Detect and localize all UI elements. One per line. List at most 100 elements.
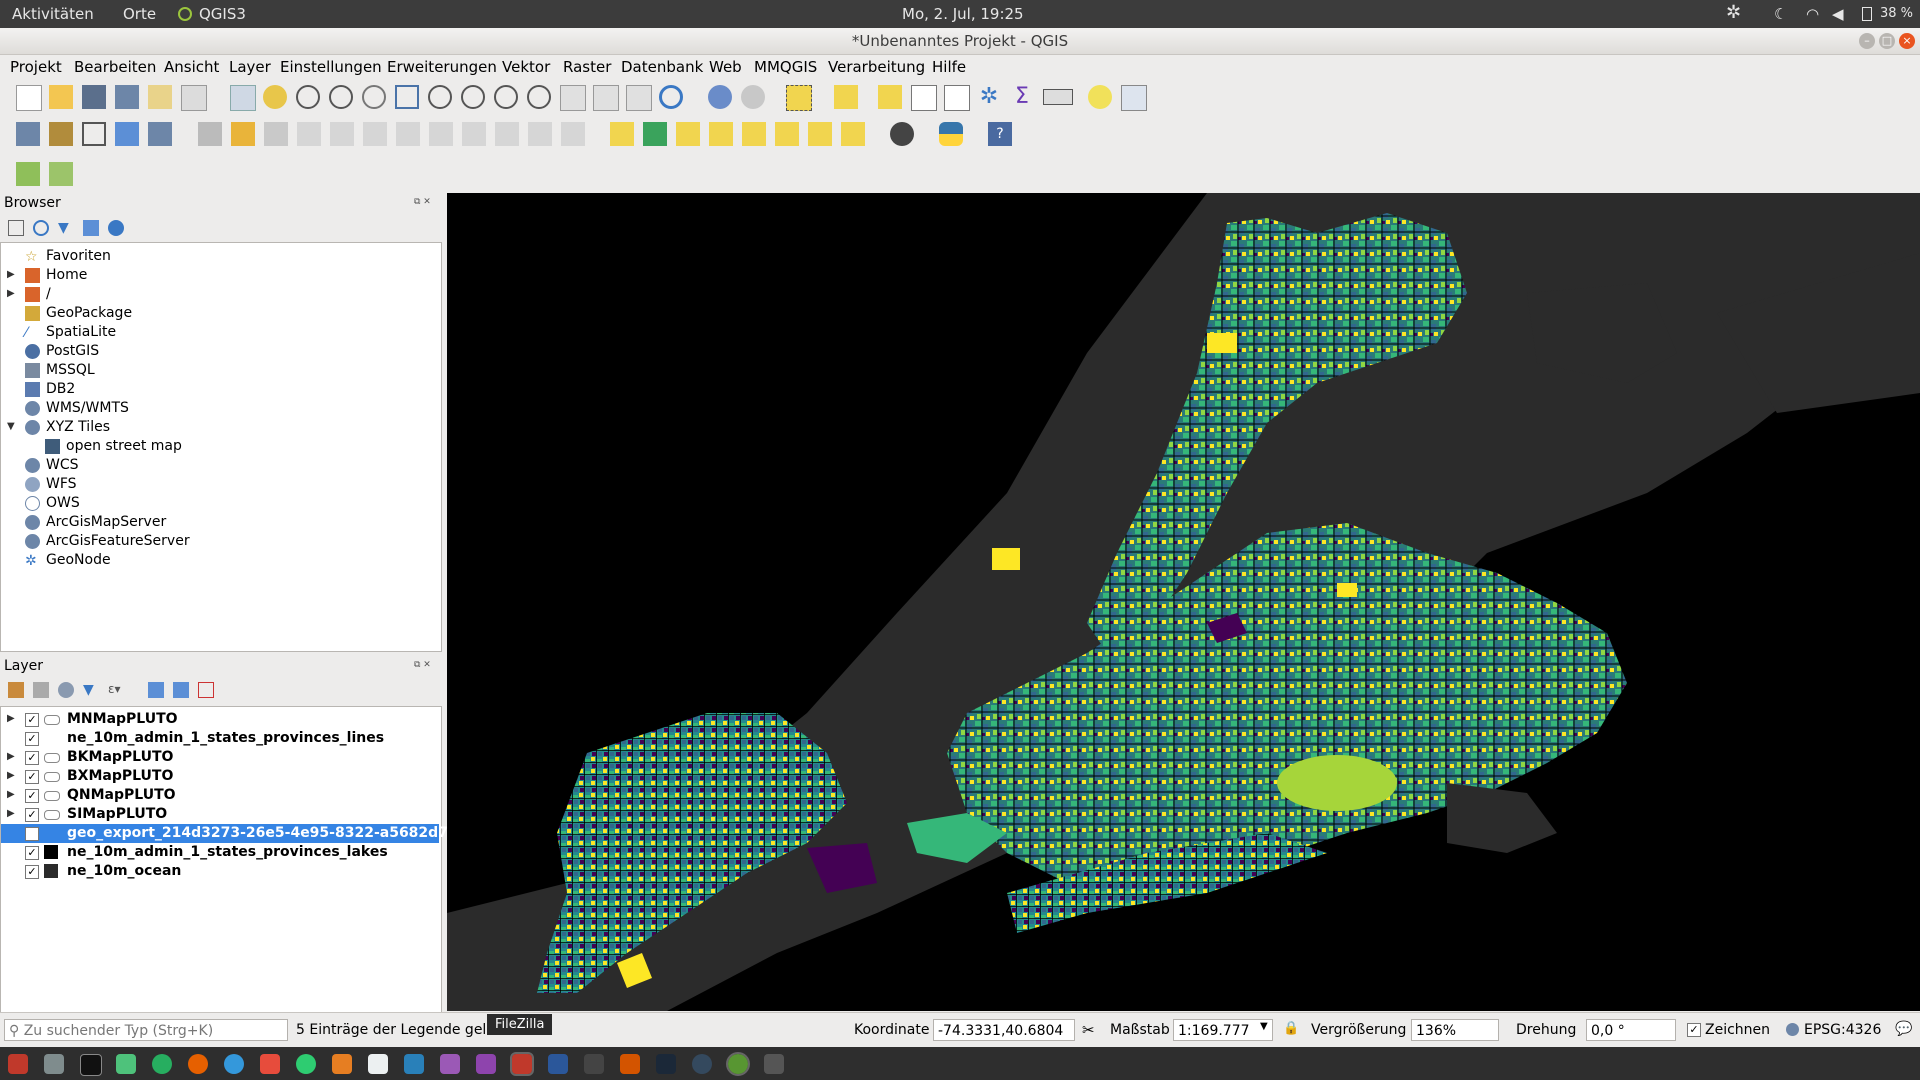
battery-icon[interactable]	[1862, 7, 1872, 21]
help-icon[interactable]: ?	[988, 122, 1012, 146]
rotation-spinbox[interactable]: 0,0 °	[1586, 1019, 1676, 1041]
filter-expression-icon[interactable]: ε▾	[108, 682, 134, 698]
pan-to-selection-icon[interactable]	[263, 85, 287, 109]
taskbar-app-icon-8[interactable]	[584, 1054, 604, 1074]
add-selected-layers-icon[interactable]	[8, 220, 24, 236]
edit-pencil-icon[interactable]	[231, 122, 255, 146]
menu-raster[interactable]: Raster	[563, 58, 611, 76]
layer-visibility-checkbox[interactable]: ✓	[25, 713, 39, 727]
taskbar-qgis-icon[interactable]	[726, 1052, 750, 1076]
magnifier-spinbox[interactable]: 136%	[1411, 1019, 1499, 1041]
close-button[interactable]: ×	[1899, 33, 1915, 49]
locator-search-input[interactable]: ⚲ Zu suchender Typ (Strg+K)	[4, 1019, 288, 1041]
select-features-icon[interactable]	[786, 85, 812, 111]
taskbar-app-icon-11[interactable]	[764, 1054, 784, 1074]
menu-datenbank[interactable]: Datenbank	[621, 58, 703, 76]
taskbar-app-icon-5[interactable]	[404, 1054, 424, 1074]
add-feature-icon[interactable]	[297, 122, 321, 146]
layer-item-bkmappluto[interactable]: ▶ ✓ BKMapPLUTO	[1, 748, 441, 767]
new-project-icon[interactable]	[16, 85, 42, 111]
copy-icon[interactable]	[462, 122, 486, 146]
taskbar-app-icon-4[interactable]	[368, 1054, 388, 1074]
layer-dock-buttons[interactable]: ⧉ ✕	[414, 660, 438, 672]
map-tips-icon[interactable]	[1088, 85, 1112, 109]
attribute-table-icon[interactable]	[911, 85, 937, 111]
modify-attributes-icon[interactable]	[363, 122, 387, 146]
menu-web[interactable]: Web	[709, 58, 742, 76]
coordinate-field[interactable]: -74.3331,40.6804	[933, 1019, 1075, 1041]
places-menu[interactable]: Orte	[123, 5, 156, 23]
messages-icon[interactable]: 💬	[1895, 1021, 1912, 1037]
expand-arrow-icon[interactable]: ▶	[7, 770, 15, 781]
crs-label[interactable]: EPSG:4326	[1804, 1022, 1881, 1038]
taskbar-word-icon[interactable]	[548, 1054, 568, 1074]
diagram-icon[interactable]	[643, 122, 667, 146]
paste-icon[interactable]	[495, 122, 519, 146]
taskbar-app-icon-6[interactable]	[440, 1054, 460, 1074]
undo-icon[interactable]	[528, 122, 552, 146]
render-checkbox[interactable]: ✓	[1687, 1023, 1701, 1037]
add-group-icon[interactable]	[33, 682, 49, 698]
processing-toolbox-icon[interactable]: ✲	[977, 85, 1001, 109]
taskbar-files-icon[interactable]	[44, 1054, 64, 1074]
new-map-view-icon[interactable]	[560, 85, 586, 111]
taskbar-app-icon-10[interactable]	[692, 1054, 712, 1074]
taskbar-app-icon-2[interactable]	[296, 1054, 316, 1074]
menu-ansicht[interactable]: Ansicht	[164, 58, 219, 76]
menu-mmqgis[interactable]: MMQGIS	[754, 58, 817, 76]
pan-hand-icon[interactable]	[230, 85, 256, 111]
toggle-editing-icon[interactable]	[198, 122, 222, 146]
gear-icon[interactable]: ✲	[1726, 2, 1741, 23]
new-shapefile-icon[interactable]	[82, 122, 106, 146]
taskbar-editor-icon[interactable]	[116, 1054, 136, 1074]
expand-arrow-icon[interactable]: ▶	[7, 713, 15, 724]
taskbar-chrome-icon[interactable]	[152, 1054, 172, 1074]
taskbar-firefox-icon[interactable]	[188, 1054, 208, 1074]
new-virtual-layer-icon[interactable]	[148, 122, 172, 146]
zoom-native-icon[interactable]	[362, 85, 386, 109]
layer-visibility-checkbox[interactable]: ✓	[25, 770, 39, 784]
maximize-button[interactable]: □	[1879, 33, 1895, 49]
move-label-icon[interactable]	[775, 122, 799, 146]
save-edits-icon[interactable]	[264, 122, 288, 146]
georeferencer-icon[interactable]	[16, 162, 40, 186]
taskbar-brave-icon[interactable]	[260, 1054, 280, 1074]
layer-item-states-lines[interactable]: ✓ ne_10m_admin_1_states_provinces_lines	[1, 729, 441, 748]
layer-visibility-checkbox[interactable]: ✓	[25, 846, 39, 860]
zoom-layer-icon[interactable]	[461, 85, 485, 109]
collapse-arrow-icon[interactable]: ▼	[7, 421, 15, 432]
remove-layer-icon[interactable]	[198, 682, 214, 698]
delete-selected-icon[interactable]	[396, 122, 420, 146]
expand-all-icon[interactable]	[148, 682, 164, 698]
new-3d-view-icon[interactable]	[593, 85, 619, 111]
show-hide-labels-icon[interactable]	[742, 122, 766, 146]
taskbar-app-icon-7[interactable]	[476, 1054, 496, 1074]
expand-arrow-icon[interactable]: ▶	[7, 269, 15, 280]
action-icon[interactable]	[741, 85, 765, 109]
taskbar-app-icon[interactable]	[8, 1054, 28, 1074]
globe-plugin-icon[interactable]	[890, 122, 914, 146]
volume-icon[interactable]: ◀	[1832, 5, 1844, 23]
menu-hilfe[interactable]: Hilfe	[932, 58, 966, 76]
expand-arrow-icon[interactable]: ▶	[7, 808, 15, 819]
lock-icon[interactable]: 🔒	[1283, 1021, 1299, 1036]
cut-icon[interactable]	[429, 122, 453, 146]
filter-icon[interactable]: ▼	[58, 220, 74, 236]
crs-globe-icon[interactable]	[1786, 1023, 1799, 1036]
expand-arrow-icon[interactable]: ▶	[7, 288, 15, 299]
refresh-icon[interactable]	[659, 85, 683, 109]
style-panel-icon[interactable]	[8, 682, 24, 698]
zoom-selection-icon[interactable]	[428, 85, 452, 109]
layer-item-geo-export[interactable]: geo_export_214d3273-26e5-4e95-8322-a5682…	[1, 824, 473, 843]
expand-arrow-icon[interactable]: ▶	[7, 751, 15, 762]
save-as-icon[interactable]	[115, 85, 139, 109]
taskbar-app-icon-3[interactable]	[332, 1054, 352, 1074]
statistics-icon[interactable]: Σ	[1010, 85, 1034, 109]
taskbar-terminal-icon[interactable]	[80, 1054, 102, 1076]
browser-dock-buttons[interactable]: ⧉ ✕	[414, 197, 438, 209]
layer-item-bxmappluto[interactable]: ▶ ✓ BXMapPLUTO	[1, 767, 441, 786]
taskbar-app-icon-9[interactable]	[620, 1054, 640, 1074]
zoom-out-icon[interactable]	[329, 85, 353, 109]
python-console-icon[interactable]	[939, 122, 963, 146]
menu-verarbeitung[interactable]: Verarbeitung	[828, 58, 925, 76]
